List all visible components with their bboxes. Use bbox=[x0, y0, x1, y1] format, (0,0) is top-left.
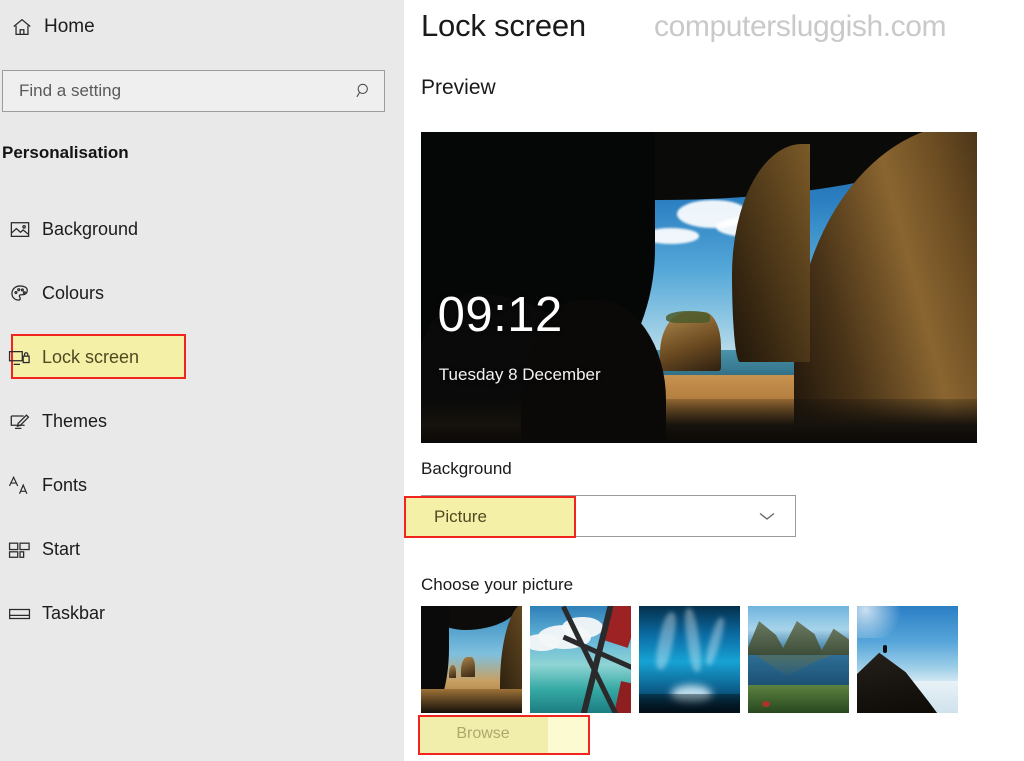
background-dropdown-highlight: Picture bbox=[404, 496, 576, 538]
preview-clock: 09:12 bbox=[437, 287, 563, 342]
mountain-lake-thumbnail[interactable] bbox=[748, 606, 849, 713]
sidebar-item-themes[interactable]: Themes bbox=[0, 400, 404, 443]
ridge-clouds-thumbnail[interactable] bbox=[857, 606, 958, 713]
lagoon-sailboat-thumbnail[interactable] bbox=[530, 606, 631, 713]
search-icon[interactable] bbox=[344, 81, 384, 101]
sidebar-item-label: Start bbox=[42, 539, 81, 559]
sidebar-item-label: Taskbar bbox=[42, 603, 106, 623]
preview-sea-stack-top bbox=[665, 310, 711, 324]
sidebar-nav: Background Colours Lock screen Themes Fo… bbox=[0, 208, 404, 656]
sidebar-item-home[interactable]: Home bbox=[0, 8, 95, 46]
sidebar-item-background[interactable]: Background bbox=[0, 208, 404, 251]
sidebar-item-label: Themes bbox=[42, 411, 108, 431]
sidebar-item-start[interactable]: Start bbox=[0, 528, 404, 571]
ice-cave-thumbnail[interactable] bbox=[639, 606, 740, 713]
monitor-lock-icon bbox=[0, 348, 40, 368]
background-label: Background bbox=[421, 459, 512, 478]
sidebar-item-taskbar[interactable]: Taskbar bbox=[0, 592, 404, 635]
choose-picture-label: Choose your picture bbox=[421, 575, 574, 594]
sidebar-item-label: Background bbox=[42, 219, 139, 239]
sidebar-item-label: Colours bbox=[42, 283, 105, 303]
main-content: Lock screen computersluggish.com Preview… bbox=[404, 0, 1024, 761]
sidebar-section-title: Personalisation bbox=[2, 143, 129, 162]
sidebar: Home Find a setting Personalisation Back… bbox=[0, 0, 404, 761]
picture-icon bbox=[0, 220, 40, 240]
home-label: Home bbox=[44, 16, 95, 37]
sidebar-item-label: Fonts bbox=[42, 475, 88, 495]
lock-screen-preview: 09:12 Tuesday 8 December bbox=[421, 132, 977, 443]
sidebar-item-colours[interactable]: Colours bbox=[0, 272, 404, 315]
picture-thumbnail-list bbox=[421, 606, 958, 713]
preview-date: Tuesday 8 December bbox=[438, 365, 601, 385]
search-input[interactable]: Find a setting bbox=[2, 70, 385, 112]
watermark: computersluggish.com bbox=[654, 10, 947, 43]
palette-icon bbox=[0, 283, 40, 305]
browse-button-highlight bbox=[418, 715, 590, 755]
sidebar-item-lock-screen[interactable]: Lock screen bbox=[0, 334, 404, 379]
page-title: Lock screen bbox=[421, 8, 586, 43]
taskbar-icon bbox=[0, 605, 40, 623]
preview-foreground bbox=[421, 399, 977, 443]
search-placeholder: Find a setting bbox=[19, 81, 122, 100]
font-size-icon bbox=[0, 475, 40, 497]
home-icon bbox=[0, 16, 44, 38]
sidebar-item-fonts[interactable]: Fonts bbox=[0, 464, 404, 507]
preview-label: Preview bbox=[421, 76, 496, 99]
chevron-down-icon[interactable] bbox=[757, 510, 777, 522]
cave-beach-thumbnail[interactable] bbox=[421, 606, 522, 713]
browse-button-wrapper: Browse bbox=[418, 715, 590, 755]
sidebar-item-label: Lock screen bbox=[42, 347, 140, 367]
settings-window: Home Find a setting Personalisation Back… bbox=[0, 0, 1024, 761]
background-dropdown-highlight-label: Picture bbox=[434, 507, 487, 526]
monitor-brush-icon bbox=[0, 411, 40, 433]
start-tiles-icon bbox=[0, 540, 40, 560]
